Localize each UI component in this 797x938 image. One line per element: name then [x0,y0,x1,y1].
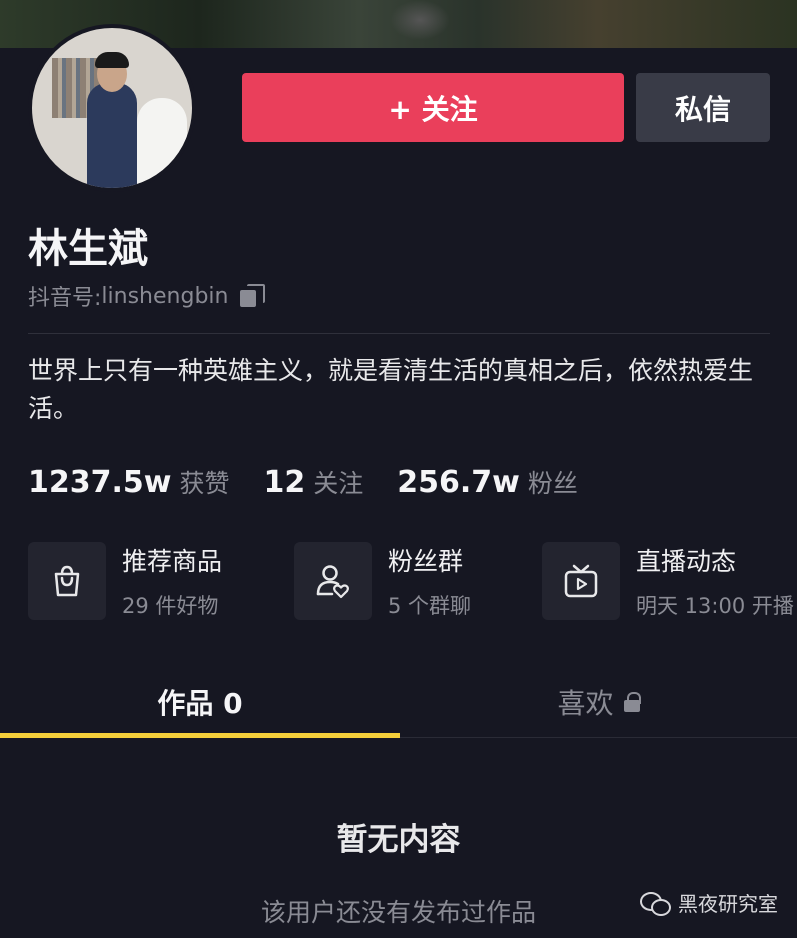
avatar-person [87,83,137,188]
copy-icon[interactable] [240,284,266,308]
card-title: 推荐商品 [122,547,223,576]
card-fan-group[interactable]: 粉丝群 5 个群聊 [294,542,471,620]
handle-value: linshengbin [101,283,229,309]
profile-stats: 1237.5w 获赞 12 关注 256.7w 粉丝 [28,464,612,500]
avatar-mannequin [137,98,187,188]
card-subtitle: 5 个群聊 [388,594,472,618]
profile-tabs: 作品 0 喜欢 [0,666,797,738]
tab-active-indicator [0,733,400,738]
stat-value: 256.7w [397,465,520,500]
card-recommended-products[interactable]: 推荐商品 29 件好物 [28,542,222,620]
profile-name: 林生斌 [28,226,148,272]
tab-label: 作品 0 [157,687,243,720]
profile-bio: 世界上只有一种英雄主义，就是看清生活的真相之后，依然热爱生活。 [28,356,754,423]
shopping-bag-icon [54,565,80,597]
card-icon-box [28,542,106,620]
card-subtitle: 29 件好物 [122,594,219,618]
stat-followers[interactable]: 256.7w 粉丝 [397,464,578,500]
card-live-schedule[interactable]: 直播动态 明天 13:00 开播 [542,542,794,620]
stat-value: 1237.5w [28,465,172,500]
feature-cards: 推荐商品 29 件好物 粉丝群 5 个群聊 直播动态 明天 13:00 开播 [28,542,797,622]
avatar[interactable] [28,24,196,192]
card-subtitle: 明天 13:00 开播 [636,594,794,618]
profile-handle: 抖音号: linshengbin [28,280,266,312]
divider [28,333,770,334]
empty-state-title: 暂无内容 [336,822,461,858]
stat-label: 粉丝 [527,469,578,498]
follow-button[interactable]: + 关注 [242,73,624,142]
watermark: 黑夜研究室 [640,888,778,917]
stat-following[interactable]: 12 关注 [264,464,364,500]
message-button[interactable]: 私信 [636,73,770,142]
card-title: 直播动态 [636,547,737,576]
stat-label: 关注 [313,469,364,498]
stat-value: 12 [263,465,306,500]
card-icon-box [542,542,620,620]
stat-likes[interactable]: 1237.5w 获赞 [28,464,230,500]
tab-works[interactable]: 作品 0 [0,666,400,738]
stat-label: 获赞 [179,469,230,498]
lock-icon [623,692,641,712]
tab-likes[interactable]: 喜欢 [400,666,797,738]
handle-prefix: 抖音号: [28,286,102,311]
tv-live-icon [564,564,598,598]
avatar-hair [95,52,129,68]
tab-label: 喜欢 [557,687,614,720]
wechat-icon [640,890,671,916]
watermark-text: 黑夜研究室 [678,892,778,916]
fan-group-icon [316,565,349,599]
card-icon-box [294,542,372,620]
card-title: 粉丝群 [388,547,464,576]
